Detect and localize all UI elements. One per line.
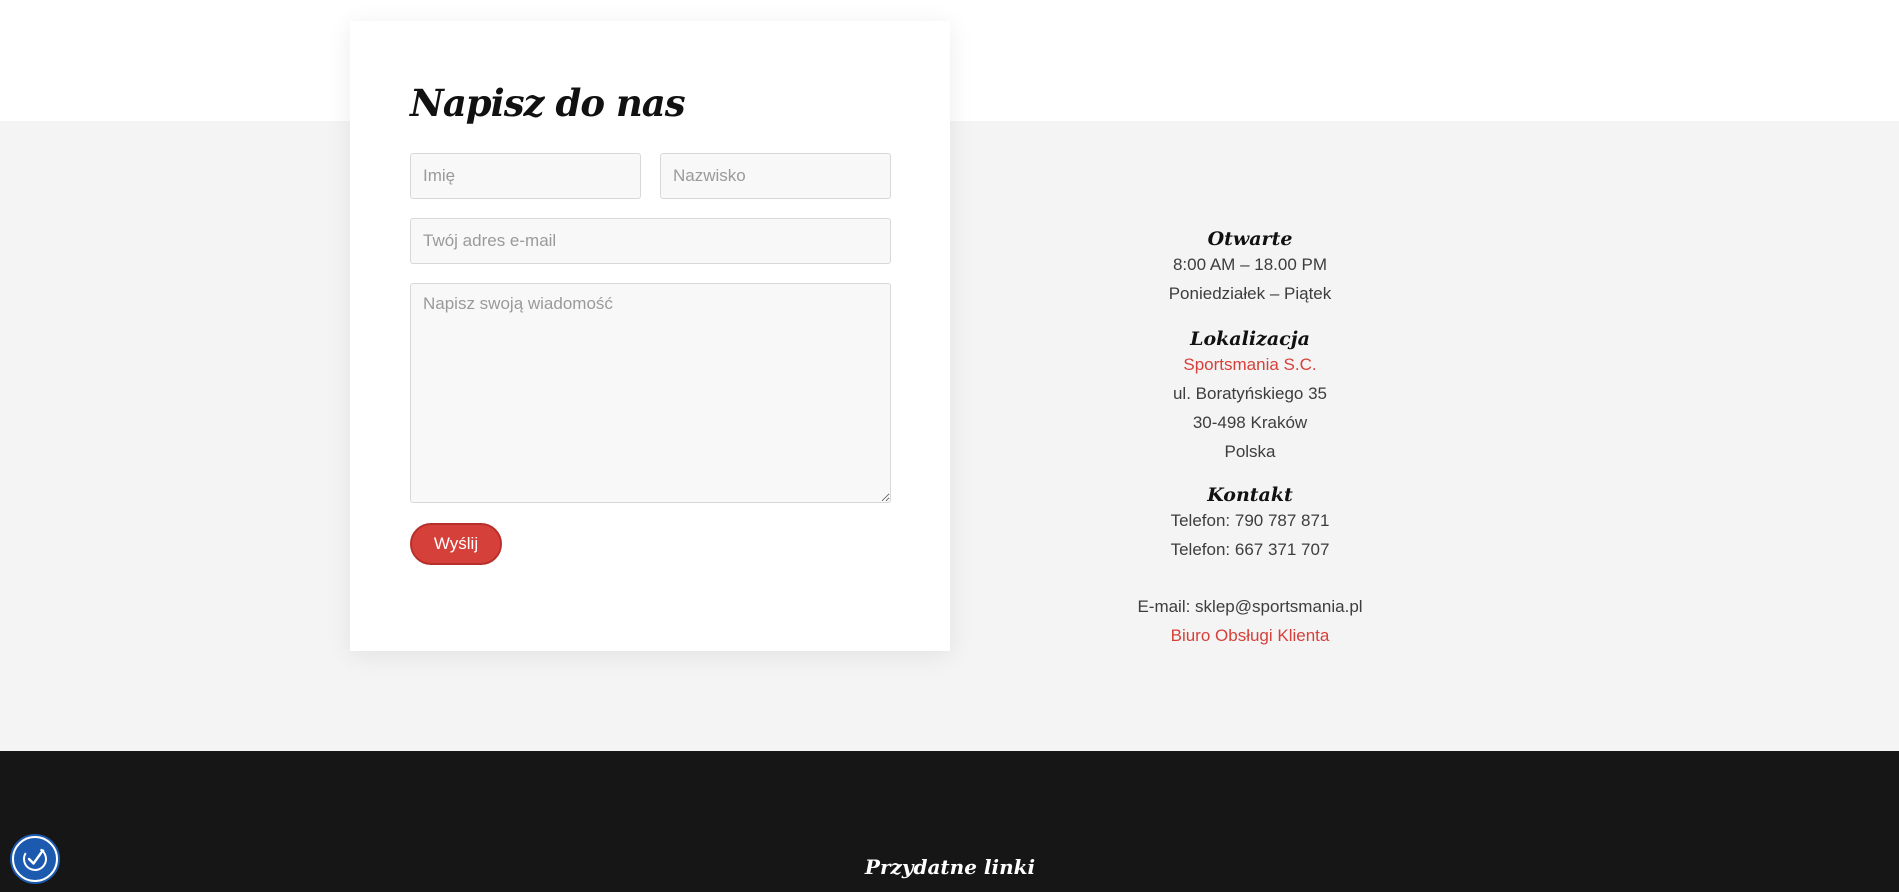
email-input[interactable] <box>410 218 891 264</box>
useful-links-heading: Przydatne linki <box>864 855 1036 879</box>
hours-heading: Otwarte <box>1207 228 1293 250</box>
contact-block: Kontakt Telefon: 790 787 871 Telefon: 66… <box>1050 484 1450 650</box>
accessibility-icon <box>20 844 50 874</box>
customer-service-link[interactable]: Biuro Obsługi Klienta <box>1050 621 1450 650</box>
phone-2: Telefon: 667 371 707 <box>1170 540 1330 559</box>
first-name-input[interactable] <box>410 153 641 199</box>
country: Polska <box>1224 442 1276 461</box>
accessibility-button[interactable] <box>12 836 58 882</box>
contact-form-title: Napisz do nas <box>410 81 686 125</box>
message-textarea[interactable] <box>410 283 891 503</box>
phone-1: Telefon: 790 787 871 <box>1170 511 1330 530</box>
last-name-input[interactable] <box>660 153 891 199</box>
contact-form-card: Napisz do nas Wyślij <box>350 21 950 651</box>
send-button[interactable]: Wyślij <box>410 523 502 565</box>
footer-heading-cut <box>1270 880 1450 892</box>
street-address: ul. Boratyńskiego 35 <box>1172 384 1328 403</box>
city-address: 30-498 Kraków <box>1192 413 1308 432</box>
location-block: Lokalizacja Sportsmania S.C. ul. Boratyń… <box>1050 328 1450 466</box>
company-link[interactable]: Sportsmania S.C. <box>1050 350 1450 379</box>
hours-days: Poniedziałek – Piątek <box>1168 284 1332 303</box>
contact-email: E-mail: sklep@sportsmania.pl <box>1137 597 1363 616</box>
opening-hours-block: Otwarte 8:00 AM – 18.00 PM Poniedziałek … <box>1050 228 1450 308</box>
hours-time: 8:00 AM – 18.00 PM <box>1172 255 1328 274</box>
location-heading: Lokalizacja <box>1190 328 1310 350</box>
contact-heading: Kontakt <box>1207 484 1293 506</box>
